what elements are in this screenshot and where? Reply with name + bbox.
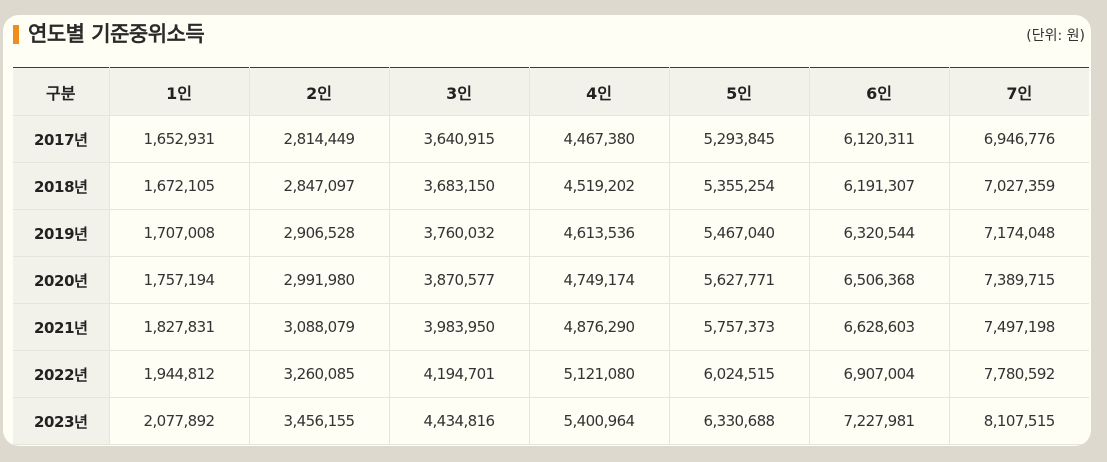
column-header-5-person: 5인 [669, 67, 810, 116]
column-header-category: 구분 [13, 67, 110, 116]
table-cell: 1,944,812 [109, 350, 250, 398]
table-cell: 1,757,194 [109, 256, 250, 304]
table-cell: 3,088,079 [249, 303, 390, 351]
table-cell: 6,120,311 [809, 115, 950, 163]
table-cell: 4,434,816 [389, 397, 530, 445]
table-cell: 1,672,105 [109, 162, 250, 210]
table-cell: 2,906,528 [249, 209, 390, 257]
table-cell: 3,683,150 [389, 162, 530, 210]
table-cell: 8,107,515 [949, 397, 1089, 445]
table-cell: 4,519,202 [529, 162, 670, 210]
page-title: 연도별 기준중위소득 [28, 22, 205, 46]
row-header-year: 2017년 [13, 115, 110, 163]
row-header-year: 2022년 [13, 350, 110, 398]
table-cell: 6,506,368 [809, 256, 950, 304]
table-cell: 2,814,449 [249, 115, 390, 163]
table-row: 2020년 1,757,194 2,991,980 3,870,577 4,74… [13, 256, 1089, 304]
table-cell: 6,628,603 [809, 303, 950, 351]
table-cell: 4,749,174 [529, 256, 670, 304]
table-cell: 1,707,008 [109, 209, 250, 257]
title-accent-bar [13, 25, 19, 44]
table-cell: 4,613,536 [529, 209, 670, 257]
table-cell: 4,876,290 [529, 303, 670, 351]
column-header-6-person: 6인 [809, 67, 950, 116]
table-cell: 3,760,032 [389, 209, 530, 257]
table-cell: 7,389,715 [949, 256, 1089, 304]
table-cell: 5,355,254 [669, 162, 810, 210]
table-cell: 7,780,592 [949, 350, 1089, 398]
column-header-3-person: 3인 [389, 67, 530, 116]
table-cell: 3,870,577 [389, 256, 530, 304]
table-cell: 7,227,981 [809, 397, 950, 445]
table-cell: 2,991,980 [249, 256, 390, 304]
table-cell: 4,194,701 [389, 350, 530, 398]
table-cell: 2,077,892 [109, 397, 250, 445]
row-header-year: 2020년 [13, 256, 110, 304]
column-header-7-person: 7인 [949, 67, 1089, 116]
table-header-row: 구분 1인 2인 3인 4인 5인 6인 7인 [13, 67, 1089, 116]
table-cell: 6,330,688 [669, 397, 810, 445]
median-income-table: 구분 1인 2인 3인 4인 5인 6인 7인 2017년 1,652,931 … [13, 67, 1089, 445]
table-cell: 3,260,085 [249, 350, 390, 398]
table-cell: 3,640,915 [389, 115, 530, 163]
table-cell: 7,497,198 [949, 303, 1089, 351]
table-cell: 1,652,931 [109, 115, 250, 163]
table-cell: 5,121,080 [529, 350, 670, 398]
table-row: 2021년 1,827,831 3,088,079 3,983,950 4,87… [13, 303, 1089, 351]
table-cell: 5,400,964 [529, 397, 670, 445]
table-cell: 3,456,155 [249, 397, 390, 445]
table-cell: 6,191,307 [809, 162, 950, 210]
table-cell: 7,027,359 [949, 162, 1089, 210]
table-cell: 6,907,004 [809, 350, 950, 398]
table-row: 2019년 1,707,008 2,906,528 3,760,032 4,61… [13, 209, 1089, 257]
row-header-year: 2023년 [13, 397, 110, 445]
column-header-2-person: 2인 [249, 67, 390, 116]
table-row: 2018년 1,672,105 2,847,097 3,683,150 4,51… [13, 162, 1089, 210]
table-cell: 7,174,048 [949, 209, 1089, 257]
table-cell: 5,627,771 [669, 256, 810, 304]
column-header-4-person: 4인 [529, 67, 670, 116]
table-cell: 1,827,831 [109, 303, 250, 351]
table-cell: 5,293,845 [669, 115, 810, 163]
table-row: 2017년 1,652,931 2,814,449 3,640,915 4,46… [13, 115, 1089, 163]
table-cell: 3,983,950 [389, 303, 530, 351]
table-cell: 6,946,776 [949, 115, 1089, 163]
table-cell: 5,757,373 [669, 303, 810, 351]
column-header-1-person: 1인 [109, 67, 250, 116]
table-cell: 5,467,040 [669, 209, 810, 257]
table-cell: 2,847,097 [249, 162, 390, 210]
table-row: 2022년 1,944,812 3,260,085 4,194,701 5,12… [13, 350, 1089, 398]
table-row: 2023년 2,077,892 3,456,155 4,434,816 5,40… [13, 397, 1089, 445]
table-cell: 6,320,544 [809, 209, 950, 257]
row-header-year: 2021년 [13, 303, 110, 351]
unit-label: (단위: 원) [1026, 28, 1085, 44]
row-header-year: 2018년 [13, 162, 110, 210]
table-cell: 4,467,380 [529, 115, 670, 163]
median-income-card: 연도별 기준중위소득 (단위: 원) 구분 1인 2인 3인 4인 5인 6인 … [3, 15, 1091, 446]
row-header-year: 2019년 [13, 209, 110, 257]
table-cell: 6,024,515 [669, 350, 810, 398]
